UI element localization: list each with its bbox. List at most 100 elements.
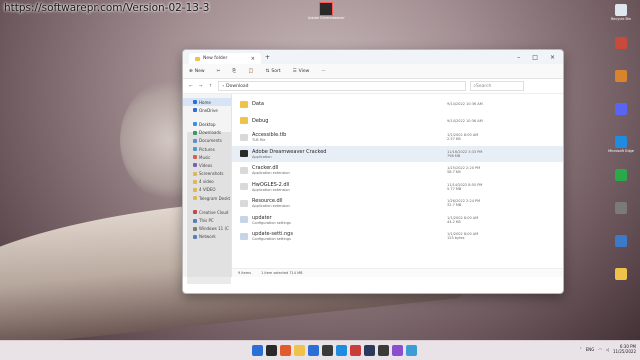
folder-icon: [195, 56, 200, 61]
navigation-pane: Home OneDrive Desktop Downloads Documents Pic…: [183, 94, 232, 284]
folder-icon: [240, 100, 248, 108]
selection-overlay: [187, 132, 231, 284]
taskbar-app-icon[interactable]: [378, 345, 389, 356]
file-row[interactable]: HwOGLES-2.dll Application extension 11/14/…: [232, 179, 563, 196]
dreamweaver-app-icon: [319, 2, 334, 16]
file-name: Debug: [252, 117, 269, 124]
taskbar-app-icon[interactable]: [322, 345, 333, 356]
nav-item[interactable]: OneDrive: [183, 106, 231, 114]
address-bar[interactable]: › Download: [218, 81, 467, 91]
file-size: 58.7 KB: [447, 170, 461, 175]
taskbar-app-icon[interactable]: [350, 345, 361, 356]
start-icon[interactable]: [252, 345, 263, 356]
chevron-right-icon: ›: [222, 83, 225, 89]
desktop-shortcut[interactable]: [609, 70, 633, 82]
file-type: Application extension: [252, 187, 290, 192]
nav-item[interactable]: Desktop: [183, 120, 231, 128]
file-size: 798 MB: [447, 153, 461, 158]
desktop-shortcut[interactable]: [609, 169, 633, 181]
app-icon: [615, 169, 627, 181]
command-bar: ⊕ New ✂ ⎘ 📋 ⇅ Sort ☰ View ···: [183, 64, 563, 79]
selection-info: 1 item selected 714 MB: [261, 271, 303, 275]
new-tab-button[interactable]: +: [265, 54, 270, 61]
desktop-shortcut[interactable]: Microsoft Edge: [608, 136, 634, 153]
wifi-icon[interactable]: ◠: [598, 347, 602, 352]
taskbar-app-icon[interactable]: [266, 345, 277, 356]
plus-icon: ⊕: [189, 68, 193, 74]
desktop-shortcut[interactable]: [609, 103, 633, 115]
view-button[interactable]: ☰ View: [293, 69, 310, 74]
desktop-shortcut[interactable]: [609, 235, 633, 247]
forward-icon[interactable]: →: [199, 84, 203, 89]
file-icon: [240, 216, 248, 224]
desktop-shortcut[interactable]: [609, 268, 633, 280]
file-row[interactable]: updater Configuration settings 1/1/2002 8:…: [232, 212, 563, 229]
file-type: Configuration settings: [252, 237, 291, 242]
taskbar-app-icon[interactable]: [280, 345, 291, 356]
app-icon: [615, 268, 627, 280]
more-icon[interactable]: ···: [321, 69, 325, 74]
file-explorer-window: New folder × + – □ × ⊕ New ✂ ⎘ 📋 ⇅ Sort ☰ V…: [182, 49, 564, 294]
taskbar-app-icon[interactable]: [364, 345, 375, 356]
file-row[interactable]: Adobe Dreamweaver Cracked Application 11/1…: [232, 145, 563, 162]
desktop-shortcut[interactable]: Recycle Bin: [609, 4, 633, 21]
up-icon[interactable]: ↑: [209, 84, 213, 89]
sort-icon: ⇅: [265, 68, 270, 74]
app-icon: [615, 103, 627, 115]
file-row[interactable]: Debug 9/14/2022 10:36 AM: [232, 113, 563, 130]
search-input[interactable]: ⌕ Search: [470, 81, 525, 91]
taskbar-app-icon[interactable]: [336, 345, 347, 356]
taskbar-app-icon[interactable]: [294, 345, 305, 356]
system-tray: ˄ ENG ◠ ◁ 6:30 PM 11/25/2022: [580, 344, 636, 354]
file-row[interactable]: Cracker.dll Application extension 1/25/202…: [232, 162, 563, 179]
desktop-app-shortcut[interactable]: Adobe Dreamweaver: [308, 2, 345, 20]
item-count: 9 items: [238, 271, 252, 275]
taskbar-app-icon[interactable]: [308, 345, 319, 356]
taskbar: ˄ ENG ◠ ◁ 6:30 PM 11/25/2022: [0, 340, 640, 360]
nav-item[interactable]: Home: [183, 98, 231, 107]
file-row[interactable]: Data 9/14/2022 10:36 AM: [232, 96, 563, 113]
language-indicator[interactable]: ENG: [586, 347, 595, 352]
nav-item-label: OneDrive: [199, 107, 218, 113]
address-path: Download: [226, 83, 249, 89]
file-row[interactable]: Resource.dll Application extension 1/26/20…: [232, 195, 563, 212]
file-type: Application: [252, 154, 272, 159]
sort-button[interactable]: ⇅ Sort: [266, 69, 281, 74]
file-row[interactable]: update-setti.ngs Configuration settings 1/…: [232, 228, 563, 245]
file-row[interactable]: Accessible.tlb TLB File 1/1/2002 8:00 AM 2.…: [232, 129, 563, 146]
chevron-up-icon[interactable]: ˄: [580, 347, 582, 352]
file-size: 32.7 MB: [447, 203, 462, 208]
desktop-shortcut-label: Recycle Bin: [610, 17, 632, 21]
taskbar-app-icon[interactable]: [392, 345, 403, 356]
clock[interactable]: 6:30 PM 11/25/2022: [613, 344, 636, 354]
back-icon[interactable]: ←: [189, 84, 193, 89]
minimize-icon[interactable]: –: [517, 54, 520, 61]
file-type: TLB File: [252, 138, 266, 143]
cloud-icon: [193, 108, 197, 113]
close-tab-icon[interactable]: ×: [251, 56, 255, 62]
desktop-icon: [193, 122, 197, 127]
taskbar-apps: [252, 345, 417, 356]
nav-item-label: Home: [199, 99, 211, 105]
taskbar-app-icon[interactable]: [406, 345, 417, 356]
cut-icon[interactable]: ✂: [217, 69, 221, 74]
volume-icon[interactable]: ◁: [606, 347, 609, 352]
copy-icon[interactable]: ⎘: [232, 68, 236, 74]
file-icon: [240, 232, 248, 240]
folder-icon: [240, 117, 248, 125]
app-icon: [615, 37, 627, 49]
new-button[interactable]: ⊕ New: [189, 69, 205, 74]
file-icon: [240, 183, 248, 191]
desktop-shortcut[interactable]: [609, 202, 633, 214]
address-bar-row: ← → ↑ › Download ⌕ Search: [183, 79, 563, 94]
title-bar: New folder × + – □ ×: [183, 50, 563, 64]
view-icon: ☰: [292, 68, 297, 74]
paste-icon[interactable]: 📋: [248, 69, 254, 74]
tab-new-folder[interactable]: New folder ×: [189, 53, 261, 64]
file-size: 125 bytes: [447, 236, 465, 241]
app-icon: [615, 4, 627, 16]
maximize-icon[interactable]: □: [532, 54, 538, 61]
desktop-shortcut[interactable]: [609, 37, 633, 49]
close-window-icon[interactable]: ×: [550, 54, 555, 61]
status-bar: 9 items 1 item selected 714 MB: [232, 268, 563, 277]
